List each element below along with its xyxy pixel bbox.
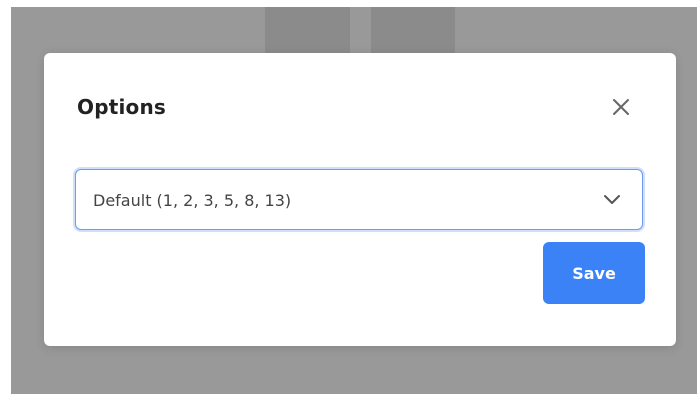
- close-icon: [610, 96, 632, 118]
- chevron-down-icon: [603, 192, 621, 206]
- background-block: [371, 7, 455, 53]
- options-select[interactable]: Default (1, 2, 3, 5, 8, 13): [75, 169, 643, 230]
- page: Options Default (1, 2, 3, 5, 8, 13) Save: [0, 0, 697, 394]
- options-dialog: Options Default (1, 2, 3, 5, 8, 13) Save: [44, 53, 676, 346]
- select-value: Default (1, 2, 3, 5, 8, 13): [93, 191, 292, 210]
- background-block: [265, 7, 350, 53]
- dialog-title: Options: [77, 95, 167, 119]
- save-button[interactable]: Save: [543, 242, 645, 304]
- close-button[interactable]: [610, 96, 632, 118]
